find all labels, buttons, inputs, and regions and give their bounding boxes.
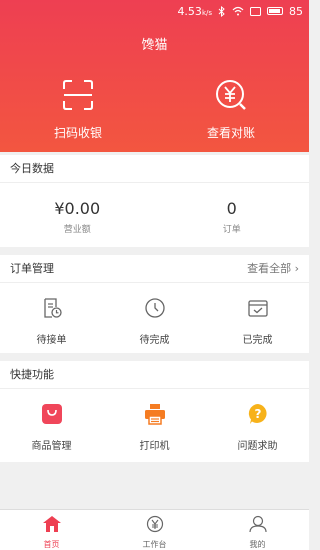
battery-level: 85 xyxy=(289,4,303,18)
product-management-button[interactable]: 商品管理 xyxy=(0,389,103,461)
wifi-icon xyxy=(232,6,244,16)
svg-text:?: ? xyxy=(254,407,261,421)
help-icon: ? xyxy=(248,404,267,424)
order-count-caption: 订单 xyxy=(222,225,241,235)
product-management-label: 商品管理 xyxy=(31,441,72,452)
shopping-bag-icon xyxy=(41,404,62,424)
workbench-yen-icon xyxy=(146,515,163,533)
check-tray-icon xyxy=(247,300,268,317)
completed-button[interactable]: 已完成 xyxy=(206,283,309,351)
home-icon xyxy=(42,516,61,532)
help-label: 问题求助 xyxy=(237,441,278,452)
view-reconciliation-label: 查看对账 xyxy=(206,126,255,140)
quick-functions-section: 快捷功能 商品管理 打印机 ? 问题求助 xyxy=(0,361,309,462)
clock-icon xyxy=(144,298,165,318)
status-bar: 4.53k/s 85 xyxy=(177,4,303,18)
in-progress-label: 待完成 xyxy=(139,335,170,346)
document-clock-icon xyxy=(43,298,62,318)
revenue-caption: 营业额 xyxy=(63,225,91,235)
pending-accept-button[interactable]: 待接单 xyxy=(0,283,103,351)
profile-icon xyxy=(248,515,267,533)
pending-accept-label: 待接单 xyxy=(36,335,67,346)
scan-icon xyxy=(63,80,93,110)
printer-button[interactable]: 打印机 xyxy=(103,389,206,461)
screen-icon xyxy=(250,6,261,16)
order-management-title: 订单管理 xyxy=(10,262,54,275)
chevron-right-icon: › xyxy=(294,262,299,275)
order-count-value: 0 xyxy=(226,199,237,218)
header: 4.53k/s 85 馋猫 扫码收银 查看对账 xyxy=(0,0,309,152)
help-button[interactable]: ? 问题求助 xyxy=(206,389,309,461)
bottom-tab-bar: 首页 工作台 我的 xyxy=(0,509,309,550)
printer-label: 打印机 xyxy=(139,441,170,452)
tab-profile[interactable]: 我的 xyxy=(206,510,309,550)
view-reconciliation-button[interactable]: 查看对账 xyxy=(171,78,291,141)
in-progress-button[interactable]: 待完成 xyxy=(103,283,206,351)
quick-functions-heading: 快捷功能 xyxy=(0,361,309,389)
printer-icon xyxy=(144,404,165,425)
order-count-stat[interactable]: 0 订单 xyxy=(155,183,310,246)
today-data-section: 今日数据 ¥0.00 营业额 0 订单 xyxy=(0,155,309,247)
network-speed: 4.53k/s xyxy=(177,4,212,18)
page-title: 馋猫 xyxy=(141,38,168,53)
order-management-heading: 订单管理 查看全部 › xyxy=(0,255,309,283)
battery-icon xyxy=(267,7,283,15)
view-all-link[interactable]: 查看全部 › xyxy=(247,255,299,283)
today-data-heading: 今日数据 xyxy=(0,155,309,183)
tab-workbench-label: 工作台 xyxy=(142,540,167,549)
revenue-stat[interactable]: ¥0.00 营业额 xyxy=(0,183,155,246)
scan-checkout-button[interactable]: 扫码收银 xyxy=(18,78,138,141)
order-management-section: 订单管理 查看全部 › 待接单 待完成 已完成 xyxy=(0,255,309,353)
tab-workbench[interactable]: 工作台 xyxy=(103,510,206,550)
completed-label: 已完成 xyxy=(242,335,273,346)
scan-checkout-label: 扫码收银 xyxy=(53,126,102,140)
tab-profile-label: 我的 xyxy=(249,540,266,549)
yen-check-icon xyxy=(216,80,246,110)
bluetooth-icon xyxy=(218,5,225,17)
revenue-value: ¥0.00 xyxy=(54,199,101,218)
tab-home-label: 首页 xyxy=(43,540,60,549)
tab-home[interactable]: 首页 xyxy=(0,510,103,550)
